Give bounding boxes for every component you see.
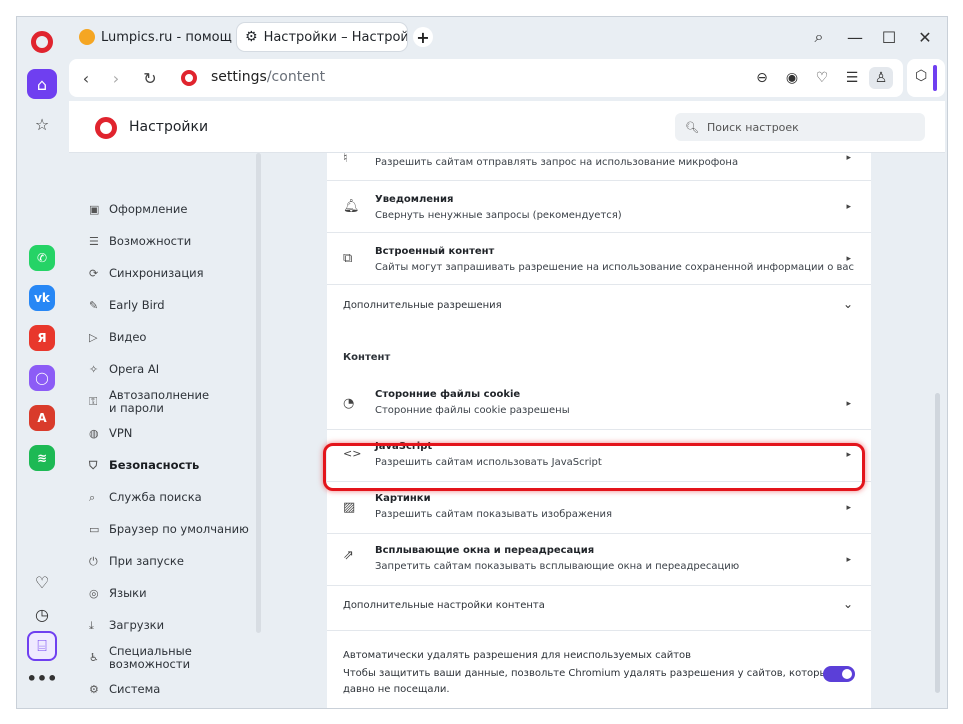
nav-item-early-bird[interactable]: ✎ Early Bird	[89, 299, 165, 313]
content-scrollbar[interactable]	[935, 393, 940, 693]
nav-item-accessibility[interactable]: ♿ Специальные возможности	[89, 645, 199, 671]
gift-icon[interactable]: ⌸	[27, 631, 57, 661]
more-icon[interactable]: •••	[27, 663, 58, 693]
opera-sidebar: ⌂ ☆ ✆ vk Я ◯ A ≋ ♡ ◷ ⌸ •••	[17, 17, 69, 708]
minimize-button[interactable]: —	[841, 25, 869, 49]
browser-window: ⌂ ☆ ✆ vk Я ◯ A ≋ ♡ ◷ ⌸ ••• Lumpics.ru - …	[16, 16, 948, 709]
popups-row[interactable]: ⇗ Всплывающие окна и переадресация Запре…	[327, 534, 871, 586]
nav-item-languages[interactable]: ◎ Языки	[89, 587, 147, 601]
reload-icon[interactable]: ↻	[139, 67, 161, 89]
close-button[interactable]: ✕	[911, 25, 939, 49]
camera-icon[interactable]: ◉	[781, 67, 803, 89]
settings-nav: ▣ Оформление ☰ Возможности ⟳ Синхронизация …	[69, 153, 265, 708]
address-bar[interactable]: ‹ › ↻ settings/content ⊖ ◉ ♡ ☰ ♙	[69, 59, 903, 97]
microphone-row[interactable]: ♮ Разрешить сайтам отправлять запрос на …	[327, 153, 871, 181]
forward-icon[interactable]: ›	[105, 67, 127, 89]
nav-item-opera-ai[interactable]: ✧ Opera AI	[89, 363, 159, 377]
gear-icon: ⚙	[245, 29, 258, 45]
nav-item-default-browser[interactable]: ▭ Браузер по умолчанию	[89, 523, 249, 537]
javascript-highlight	[323, 443, 865, 491]
embedded-content-icon: ⧉	[343, 251, 353, 266]
settings-page: Настройки 🔍︎ Поиск настроек ▣ Оформление …	[69, 101, 945, 708]
sidebar-accent-bar	[933, 65, 937, 91]
nav-item-security[interactable]: ⛉ Безопасность	[89, 459, 199, 473]
tab-lumpics[interactable]: Lumpics.ru - помощь с ко	[71, 23, 233, 51]
lumpics-favicon-icon	[79, 29, 95, 45]
star-icon[interactable]: ☆	[27, 109, 57, 139]
embedded-content-row[interactable]: ⧉ Встроенный контент Сайты могут запраши…	[327, 233, 871, 285]
settings-content: ♮ Разрешить сайтам отправлять запрос на …	[327, 153, 871, 708]
search-settings-input[interactable]: 🔍︎ Поиск настроек	[675, 113, 925, 141]
cookies-row[interactable]: ◔ Сторонние файлы cookie Сторонние файлы…	[327, 378, 871, 430]
microphone-icon: ♮	[343, 153, 348, 166]
nav-item-sync[interactable]: ⟳ Синхронизация	[89, 267, 204, 281]
url-text[interactable]: settings/content	[211, 69, 325, 85]
extensions-area: ⬡	[907, 59, 945, 97]
alice-icon[interactable]: ◯	[29, 365, 55, 391]
arrow-right-icon: ▸	[846, 153, 851, 163]
arrow-right-icon: ▸	[846, 503, 851, 513]
image-icon: ▨	[343, 500, 356, 515]
zoom-icon[interactable]: ⊖	[751, 67, 773, 89]
section-title-content: Контент	[343, 352, 391, 363]
maximize-button[interactable]: ☐	[875, 25, 903, 49]
auto-revoke-row: Автоматически удалять разрешения для неи…	[327, 630, 871, 708]
additional-permissions-row[interactable]: Дополнительные разрешения ⌄	[327, 285, 871, 329]
cookie-icon: ◔	[343, 396, 355, 411]
new-tab-button[interactable]: +	[413, 27, 433, 47]
profile-icon[interactable]: ♙	[869, 67, 893, 89]
translator-icon[interactable]: A	[29, 405, 55, 431]
search-icon: 🔍︎	[685, 120, 699, 134]
arrow-right-icon: ▸	[846, 399, 851, 409]
opera-logo-icon	[95, 117, 117, 139]
arrow-right-icon: ▸	[846, 254, 851, 264]
nav-item-autofill[interactable]: ⚿ Автозаполнение и пароли	[89, 389, 229, 415]
popup-redirect-icon: ⇗	[343, 548, 354, 563]
page-title: Настройки	[129, 119, 209, 135]
whatsapp-icon[interactable]: ✆	[29, 245, 55, 271]
search-tabs-icon[interactable]: ⌕	[805, 25, 833, 49]
nav-item-features[interactable]: ☰ Возможности	[89, 235, 191, 249]
nav-item-downloads[interactable]: ⤓ Загрузки	[89, 619, 164, 633]
arrow-right-icon: ▸	[846, 202, 851, 212]
nav-item-video[interactable]: ▷ Видео	[89, 331, 146, 345]
additional-content-settings-row[interactable]: Дополнительные настройки контента ⌄	[327, 586, 871, 630]
opera-logo-icon[interactable]	[31, 31, 53, 53]
spotify-icon[interactable]: ≋	[29, 445, 55, 471]
extensions-icon[interactable]: ⬡	[915, 68, 927, 84]
settings-header: Настройки 🔍︎ Поиск настроек	[69, 101, 945, 153]
vk-icon[interactable]: vk	[29, 285, 55, 311]
heart-icon[interactable]: ♡	[27, 567, 57, 597]
back-icon[interactable]: ‹	[75, 67, 97, 89]
nav-item-on-startup[interactable]: ⏻ При запуске	[89, 555, 184, 569]
auto-revoke-toggle[interactable]	[823, 666, 855, 682]
nav-scrollbar[interactable]	[256, 153, 261, 633]
home-icon[interactable]: ⌂	[27, 69, 57, 99]
heart-icon[interactable]: ♡	[811, 67, 833, 89]
yandex-icon[interactable]: Я	[29, 325, 55, 351]
chevron-down-icon: ⌄	[842, 297, 853, 311]
chevron-down-icon: ⌄	[842, 597, 853, 611]
opera-url-icon	[181, 70, 197, 86]
history-icon[interactable]: ◷	[27, 599, 57, 629]
tab-settings[interactable]: ⚙ Настройки – Настройки с	[237, 23, 407, 51]
nav-item-appearance[interactable]: ▣ Оформление	[89, 203, 187, 217]
nav-item-system[interactable]: ⚙ Система	[89, 683, 160, 697]
nav-item-search-engine[interactable]: ⌕ Служба поиска	[89, 491, 202, 505]
toggle-knob	[842, 669, 852, 679]
arrow-right-icon: ▸	[846, 555, 851, 565]
notifications-row[interactable]: 🔔︎ Уведомления Свернуть ненужные запросы…	[327, 181, 871, 233]
nav-item-vpn[interactable]: ◍ VPN	[89, 427, 132, 441]
bell-icon: 🔔︎	[343, 199, 360, 214]
easy-setup-icon[interactable]: ☰	[841, 67, 863, 89]
